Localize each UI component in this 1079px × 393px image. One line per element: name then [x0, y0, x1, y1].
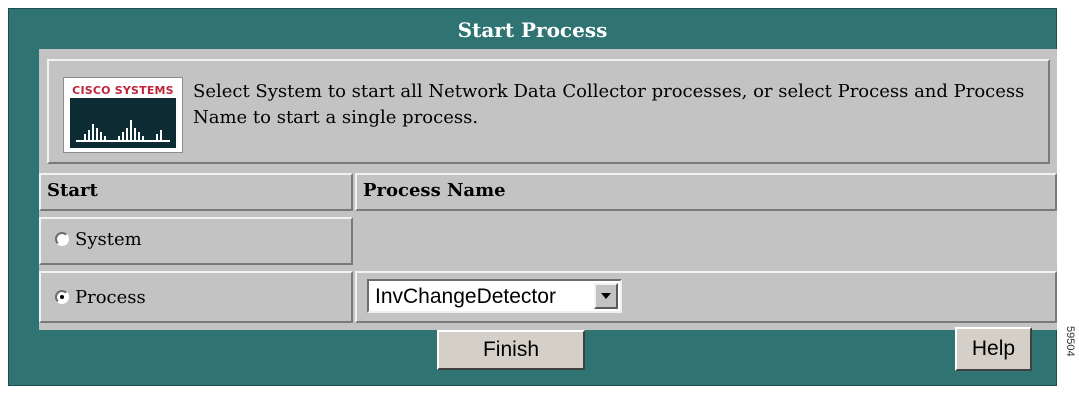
- process-name-select[interactable]: InvChangeDetector: [367, 279, 622, 313]
- process-name-column-header: Process Name: [355, 173, 1057, 211]
- process-radio-button[interactable]: [55, 290, 69, 304]
- cisco-bridge-icon: [70, 98, 176, 148]
- process-radio-option[interactable]: Process: [55, 285, 146, 309]
- content-panel: CISCO SYSTEMS Select System to start all…: [39, 49, 1057, 330]
- system-option-cell: System: [39, 217, 353, 265]
- system-process-name-cell: [355, 217, 1057, 265]
- logo-text: CISCO SYSTEMS: [72, 84, 174, 97]
- instructions-text: Select System to start all Network Data …: [193, 81, 1025, 128]
- start-column-header: Start: [39, 173, 353, 211]
- process-radio-label[interactable]: Process: [75, 287, 146, 308]
- help-button[interactable]: Help: [955, 327, 1032, 371]
- info-box: CISCO SYSTEMS Select System to start all…: [47, 59, 1050, 164]
- system-radio-button[interactable]: [55, 232, 69, 246]
- process-name-cell: InvChangeDetector: [355, 271, 1057, 323]
- figure-id: 59504: [1062, 326, 1076, 386]
- process-option-cell: Process: [39, 271, 353, 323]
- process-name-value: InvChangeDetector: [375, 285, 556, 308]
- finish-button[interactable]: Finish: [437, 330, 585, 370]
- cisco-logo: CISCO SYSTEMS: [63, 77, 183, 153]
- start-process-window: Start Process CISCO SYSTEMS Select Syste…: [8, 8, 1057, 386]
- dropdown-arrow-icon[interactable]: [594, 283, 618, 309]
- system-radio-label[interactable]: System: [75, 229, 142, 250]
- figure-id-text: 59504: [1064, 326, 1076, 357]
- system-radio-option[interactable]: System: [55, 227, 142, 251]
- window-title: Start Process: [457, 18, 608, 42]
